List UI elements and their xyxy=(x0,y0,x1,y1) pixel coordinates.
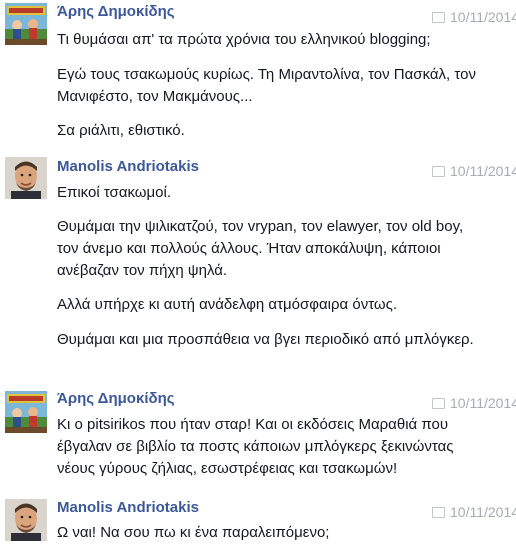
message-icon xyxy=(432,506,445,518)
comic-avatar-icon[interactable] xyxy=(5,3,47,45)
man-portrait-avatar-icon[interactable] xyxy=(5,499,47,541)
message-paragraph: Επικοί τσακωμοί. xyxy=(57,184,172,201)
timestamp: 10/11/2014 xyxy=(432,163,516,179)
comic-avatar-icon[interactable] xyxy=(5,391,47,433)
message-paragraph: Εγώ τους τσακωμούς κυρίως. Τη Μιραντολίν… xyxy=(57,66,476,105)
message-paragraph: Θυμάμαι και μια προσπάθεια να βγει περιο… xyxy=(57,331,474,348)
timestamp-text: 10/11/2014 xyxy=(450,9,516,25)
message-icon xyxy=(432,165,445,177)
timestamp: 10/11/2014 xyxy=(432,9,516,25)
author-name[interactable]: Manolis Andriotakis xyxy=(57,158,199,175)
author-name[interactable]: Άρης Δημοκίδης xyxy=(57,3,175,20)
message-paragraph: Θυμάμαι την ψιλικατζού, τον vrypan, τον … xyxy=(57,218,464,279)
message-paragraph: Κι ο pitsirikos που ήταν σταρ! Και οι εκ… xyxy=(57,416,454,477)
timestamp-text: 10/11/2014 xyxy=(450,163,516,179)
timestamp-text: 10/11/2014 xyxy=(450,504,516,520)
author-name[interactable]: Άρης Δημοκίδης xyxy=(57,390,175,407)
author-name[interactable]: Manolis Andriotakis xyxy=(57,499,199,516)
message-icon xyxy=(432,397,445,409)
timestamp: 10/11/2014 xyxy=(432,395,516,411)
message-paragraph: Τι θυμάσαι απ' τα πρώτα χρόνια του ελλην… xyxy=(57,31,431,48)
message-paragraph: Αλλά υπήρχε κι αυτή ανάδελφη ατμόσφαιρα … xyxy=(57,296,398,313)
timestamp: 10/11/2014 xyxy=(432,504,516,520)
man-portrait-avatar-icon[interactable] xyxy=(5,157,47,199)
message-paragraph: Ω ναι! Να σου πω κι ένα παραλειπόμενο; xyxy=(57,524,330,541)
message-icon xyxy=(432,11,445,23)
message-paragraph: Σα ριάλιτι, εθιστικό. xyxy=(57,122,185,139)
timestamp-text: 10/11/2014 xyxy=(450,395,516,411)
